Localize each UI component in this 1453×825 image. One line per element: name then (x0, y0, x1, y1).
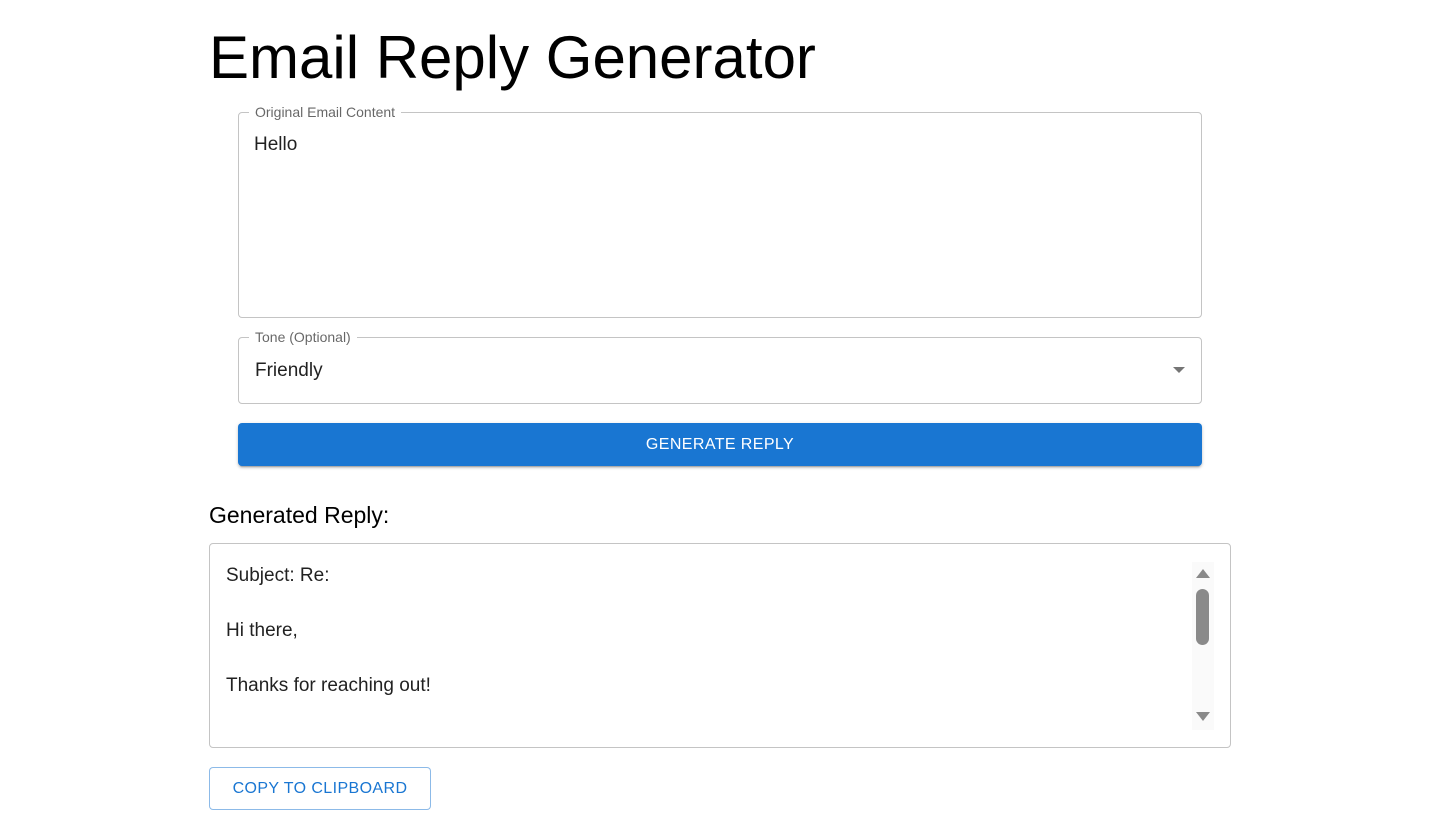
email-content-label: Original Email Content (249, 104, 402, 120)
generated-reply-box[interactable]: Subject: Re: Hi there, Thanks for reachi… (209, 543, 1231, 748)
reply-line-subject: Subject: Re: (226, 565, 330, 586)
reply-line-greeting: Hi there, (226, 620, 298, 641)
email-content-textarea[interactable]: Hello (254, 131, 1184, 301)
scroll-up-arrow-icon[interactable] (1196, 569, 1210, 578)
generated-reply-text: Subject: Re: Hi there, Thanks for reachi… (226, 562, 1186, 727)
page-title: Email Reply Generator (209, 24, 816, 91)
reply-line-body: Thanks for reaching out! (226, 675, 431, 696)
tone-label: Tone (Optional) (249, 329, 357, 345)
generated-reply-heading: Generated Reply: (209, 502, 390, 528)
tone-select[interactable]: Tone (Optional) Friendly (238, 329, 1202, 404)
scroll-down-arrow-icon[interactable] (1196, 712, 1210, 721)
arrow-drop-down-icon[interactable] (1173, 367, 1185, 373)
tone-selected-value: Friendly (255, 360, 323, 381)
reply-scrollbar[interactable] (1192, 562, 1214, 730)
email-content-field[interactable]: Original Email Content Hello (238, 104, 1202, 318)
scrollbar-thumb[interactable] (1196, 589, 1209, 645)
generate-reply-button[interactable]: GENERATE REPLY (238, 423, 1202, 466)
copy-to-clipboard-button[interactable]: COPY TO CLIPBOARD (209, 767, 431, 810)
